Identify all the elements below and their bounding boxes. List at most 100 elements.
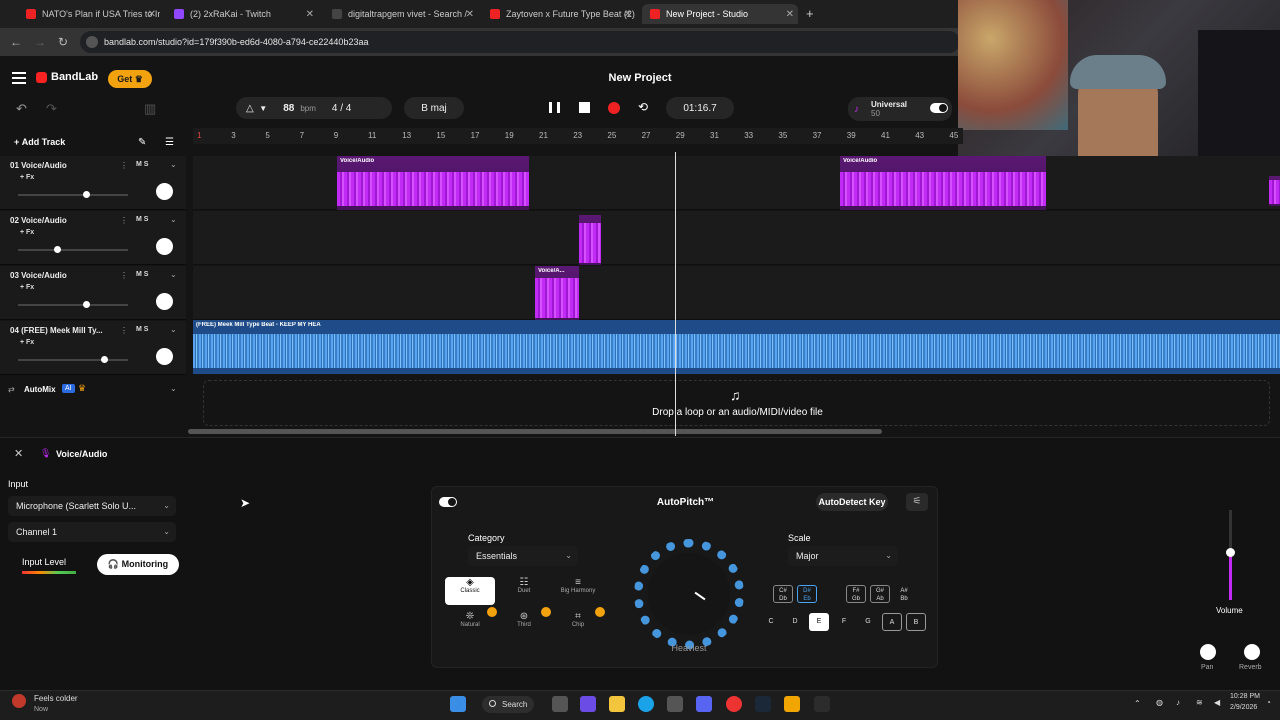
more-icon[interactable]: ⋮: [120, 161, 128, 170]
audio-region[interactable]: Voice/Audio: [337, 156, 529, 210]
audio-region[interactable]: [579, 215, 601, 265]
monitoring-button[interactable]: 🎧 Monitoring: [97, 554, 179, 575]
track-pan-knob[interactable]: [156, 348, 173, 365]
add-fx-button[interactable]: + Fx: [20, 339, 34, 346]
key-a-sharp[interactable]: A# Bb: [894, 585, 914, 603]
new-tab-icon[interactable]: +: [806, 6, 814, 21]
forward-icon[interactable]: →: [34, 35, 46, 49]
track-header[interactable]: 02 Voice/Audio + Fx M S ⋮ ⌄: [0, 211, 186, 265]
add-fx-button[interactable]: + Fx: [20, 284, 34, 291]
chevron-down-icon[interactable]: ⌄: [170, 215, 177, 224]
track-name[interactable]: 02 Voice/Audio: [10, 216, 67, 225]
chevron-down-icon[interactable]: ⌄: [170, 270, 177, 279]
steam-icon[interactable]: [755, 696, 771, 712]
chevron-up-icon[interactable]: ⌃: [1134, 699, 1141, 708]
track-volume-handle[interactable]: [83, 191, 91, 198]
audio-region[interactable]: Voice/Audio: [840, 156, 1046, 210]
mode-classic[interactable]: ◈ Classic: [445, 577, 495, 605]
browser-tab-5[interactable]: New Project - Studio ✕: [642, 4, 798, 24]
time-signature[interactable]: 4 / 4: [332, 103, 351, 114]
mute-solo-buttons[interactable]: M S: [136, 161, 148, 168]
undo-icon[interactable]: ↶: [16, 101, 27, 117]
key-b[interactable]: B: [906, 613, 926, 631]
bandlab-logo[interactable]: BandLab: [36, 71, 98, 83]
tracks-settings-icon[interactable]: ☰: [165, 137, 174, 148]
reverb-knob[interactable]: [1244, 644, 1260, 660]
file-explorer-icon[interactable]: [609, 696, 625, 712]
weather-icon[interactable]: [12, 694, 26, 708]
playhead[interactable]: [675, 152, 676, 436]
automix-row[interactable]: ⇄ AutoMix AI ♛ ⌄: [0, 380, 186, 400]
track-lane-3[interactable]: Voice/A...: [193, 266, 1280, 320]
beat-audio-region[interactable]: (FREE) Meek Mill Type Beat - KEEP MY HEA: [193, 320, 1280, 374]
wifi-icon[interactable]: ≋: [1196, 698, 1203, 707]
track-pan-knob[interactable]: [156, 293, 173, 310]
key-d[interactable]: D: [785, 613, 805, 631]
microphone-icon[interactable]: ♪: [1176, 698, 1180, 707]
track-volume-slider[interactable]: [18, 359, 128, 361]
clock-time[interactable]: 10:28 PM: [1230, 693, 1260, 700]
record-button[interactable]: [608, 102, 620, 114]
close-icon[interactable]: ✕: [14, 447, 23, 460]
audio-region[interactable]: [1269, 176, 1280, 206]
bpm-value[interactable]: 88: [283, 103, 294, 114]
task-view-icon[interactable]: [552, 696, 568, 712]
add-fx-button[interactable]: + Fx: [20, 229, 34, 236]
track-pan-knob[interactable]: [156, 238, 173, 255]
timeline-ruler[interactable]: 1 3 5 7 9 11 13 15 17 19 21 23 25 27 29 31 33 35 37 39 41 43 4…: [193, 128, 963, 144]
back-icon[interactable]: ←: [10, 35, 22, 49]
app-icon[interactable]: [784, 696, 800, 712]
redo-icon[interactable]: ↷: [46, 101, 57, 117]
url-field[interactable]: bandlab.com/studio?id=179f390b-ed6d-4080…: [80, 31, 960, 53]
close-icon[interactable]: ✕: [306, 9, 314, 20]
browser-tab-3[interactable]: digitaltrapgem vivet - Search / ✕: [324, 4, 478, 24]
more-icon[interactable]: ⋮: [120, 271, 128, 280]
preset-toggle[interactable]: [930, 103, 948, 113]
volume-icon[interactable]: ◀: [1214, 698, 1220, 707]
network-icon[interactable]: ◍: [1156, 698, 1163, 707]
chevron-down-icon[interactable]: ⌄: [170, 325, 177, 334]
close-icon[interactable]: ✕: [148, 9, 156, 20]
mute-solo-buttons[interactable]: M S: [136, 216, 148, 223]
stop-button[interactable]: [579, 102, 590, 113]
menu-icon[interactable]: [12, 72, 26, 84]
scale-select[interactable]: Major ⌄: [788, 546, 898, 566]
discord-icon[interactable]: [696, 696, 712, 712]
autodetect-key-button[interactable]: AutoDetect Key: [816, 493, 888, 511]
track-header[interactable]: 03 Voice/Audio + Fx M S ⋮ ⌄: [0, 266, 186, 320]
track-pan-knob[interactable]: [156, 183, 173, 200]
track-name[interactable]: 04 (FREE) Meek Mill Ty...: [10, 326, 103, 335]
audio-region[interactable]: Voice/A...: [535, 266, 579, 320]
track-volume-slider[interactable]: [18, 194, 128, 196]
track-volume-handle[interactable]: [53, 246, 61, 253]
track-volume-slider[interactable]: [18, 304, 128, 306]
site-info-icon[interactable]: [86, 36, 98, 48]
get-button[interactable]: Get ♛: [108, 70, 152, 88]
key-c[interactable]: C: [761, 613, 781, 631]
store-icon[interactable]: [667, 696, 683, 712]
chevron-down-icon[interactable]: ▼: [259, 104, 267, 113]
key-f[interactable]: F: [834, 613, 854, 631]
weather-text[interactable]: Feels colder: [34, 694, 78, 703]
more-icon[interactable]: ⋮: [120, 216, 128, 225]
key-g[interactable]: G: [858, 613, 878, 631]
key-g-sharp[interactable]: G# Ab: [870, 585, 890, 603]
track-header[interactable]: 04 (FREE) Meek Mill Ty... + Fx M S ⋮ ⌄: [0, 321, 186, 375]
settings-sliders-icon[interactable]: ⚟: [906, 493, 928, 511]
close-icon[interactable]: ✕: [786, 9, 794, 20]
mode-duet[interactable]: ☷ Duet: [499, 577, 549, 605]
input-device-select[interactable]: Microphone (Scarlett Solo U... ⌄: [8, 496, 176, 516]
track-lane-2[interactable]: [193, 211, 1280, 265]
mixer-icon[interactable]: ▥: [144, 101, 156, 117]
track-name[interactable]: 03 Voice/Audio: [10, 271, 67, 280]
track-name[interactable]: 01 Voice/Audio: [10, 161, 67, 170]
add-track-button[interactable]: + Add Track: [14, 137, 65, 147]
edit-icon[interactable]: ✎: [138, 137, 146, 148]
close-icon[interactable]: ✕: [624, 9, 632, 20]
copilot-icon[interactable]: [580, 696, 596, 712]
track-lane-1[interactable]: Voice/Audio Voice/Audio: [193, 156, 1280, 210]
track-volume-slider[interactable]: [18, 249, 128, 251]
more-icon[interactable]: ⋮: [120, 326, 128, 335]
mute-solo-buttons[interactable]: M S: [136, 326, 148, 333]
chevron-down-icon[interactable]: ⌄: [170, 384, 177, 393]
